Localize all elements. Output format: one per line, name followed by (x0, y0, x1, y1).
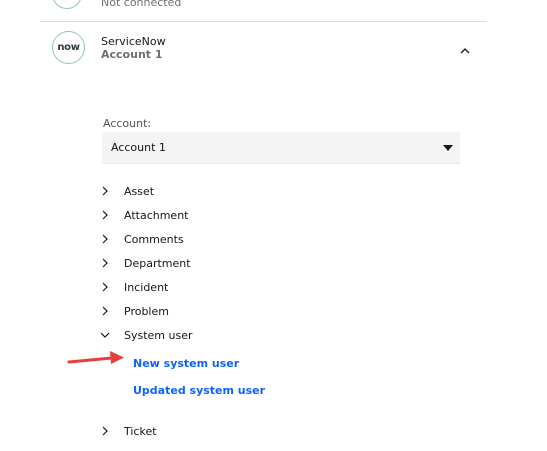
tree-item-attachment[interactable]: Attachment (100, 207, 300, 225)
annotation-arrow-icon (67, 351, 124, 364)
tree-item-problem[interactable]: Problem (100, 303, 300, 321)
tree-item-label: Attachment (124, 209, 189, 222)
chevron-right-icon (102, 258, 108, 268)
caret-down-icon (443, 145, 453, 151)
tree-item-department[interactable]: Department (100, 255, 300, 273)
chevron-right-icon (102, 306, 108, 316)
tree-item-comments[interactable]: Comments (100, 231, 300, 249)
connector-account-subtitle: Account 1 (101, 48, 163, 61)
tree-item-label: Department (124, 257, 191, 270)
connection-status: Not connected (101, 0, 182, 9)
updated-system-user-link[interactable]: Updated system user (133, 384, 265, 397)
account-select-value: Account 1 (111, 141, 166, 154)
tree-item-label: Incident (124, 281, 169, 294)
tree-item-system-user[interactable]: System user (100, 327, 300, 345)
connector-title: ServiceNow (101, 35, 166, 48)
tree-item-incident[interactable]: Incident (100, 279, 300, 297)
account-label: Account: (103, 117, 152, 130)
chevron-right-icon (102, 282, 108, 292)
chevron-right-icon (102, 426, 108, 436)
chevron-down-icon (100, 332, 110, 338)
tree-item-label: System user (124, 329, 193, 342)
chevron-up-icon (460, 48, 470, 54)
tree-item-asset[interactable]: Asset (100, 183, 300, 201)
chevron-right-icon (102, 210, 108, 220)
servicenow-logo-icon: now (52, 31, 85, 64)
tree-item-label: Asset (124, 185, 155, 198)
chevron-right-icon (102, 186, 108, 196)
divider (40, 21, 487, 22)
connector-icon (52, 0, 82, 9)
account-select[interactable]: Account 1 (102, 132, 460, 164)
tree-item-label: Comments (124, 233, 184, 246)
tree-item-label: Ticket (124, 425, 157, 438)
tree-item-label: Problem (124, 305, 169, 318)
new-system-user-link[interactable]: New system user (133, 357, 239, 370)
collapse-button[interactable] (457, 43, 473, 59)
tree-item-ticket[interactable]: Ticket (100, 423, 300, 441)
chevron-right-icon (102, 234, 108, 244)
